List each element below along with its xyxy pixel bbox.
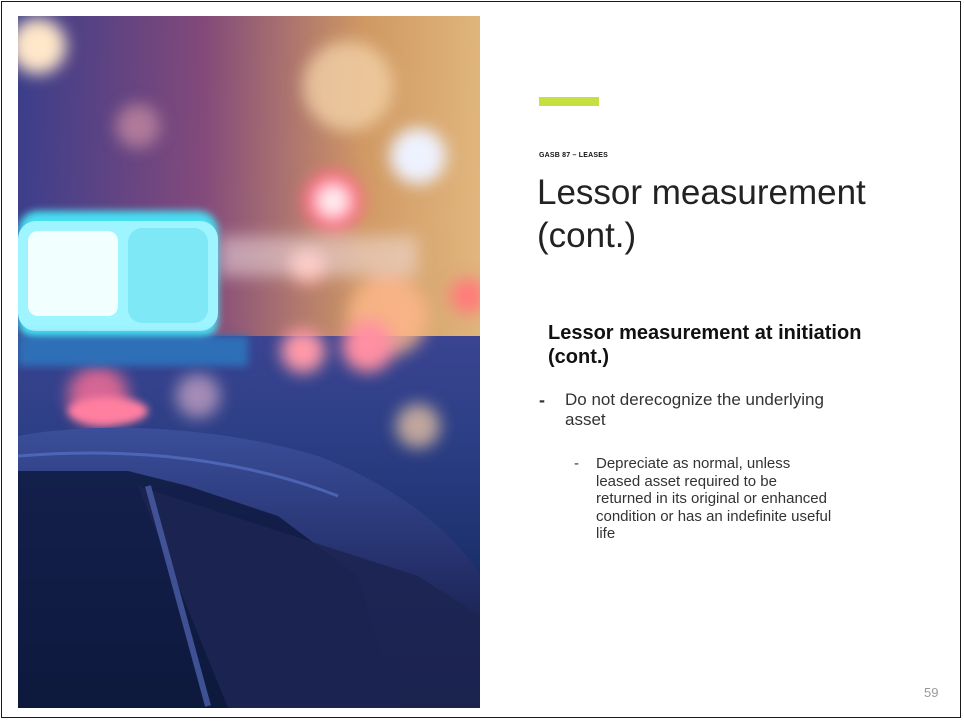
bullet-text: Do not derecognize the underlying asset (565, 390, 824, 429)
bullet-item: - Do not derecognize the underlying asse… (539, 390, 848, 430)
sub-bullet-text: Depreciate as normal, unless leased asse… (596, 455, 832, 542)
accent-bar (539, 97, 599, 106)
bullet-dash: - (539, 390, 545, 410)
police-car-lights-photo (18, 16, 480, 708)
sub-bullet-item: - Depreciate as normal, unless leased as… (574, 455, 834, 543)
sub-bullet-dash: - (574, 455, 579, 472)
page-number: 59 (924, 685, 939, 700)
subheading: Lessor measurement at initiation (cont.) (548, 322, 862, 368)
photo-illustration (18, 16, 480, 708)
section-label: GASB 87 – LEASES (539, 152, 608, 159)
slide-title: Lessor measurement (cont.) (537, 173, 866, 255)
